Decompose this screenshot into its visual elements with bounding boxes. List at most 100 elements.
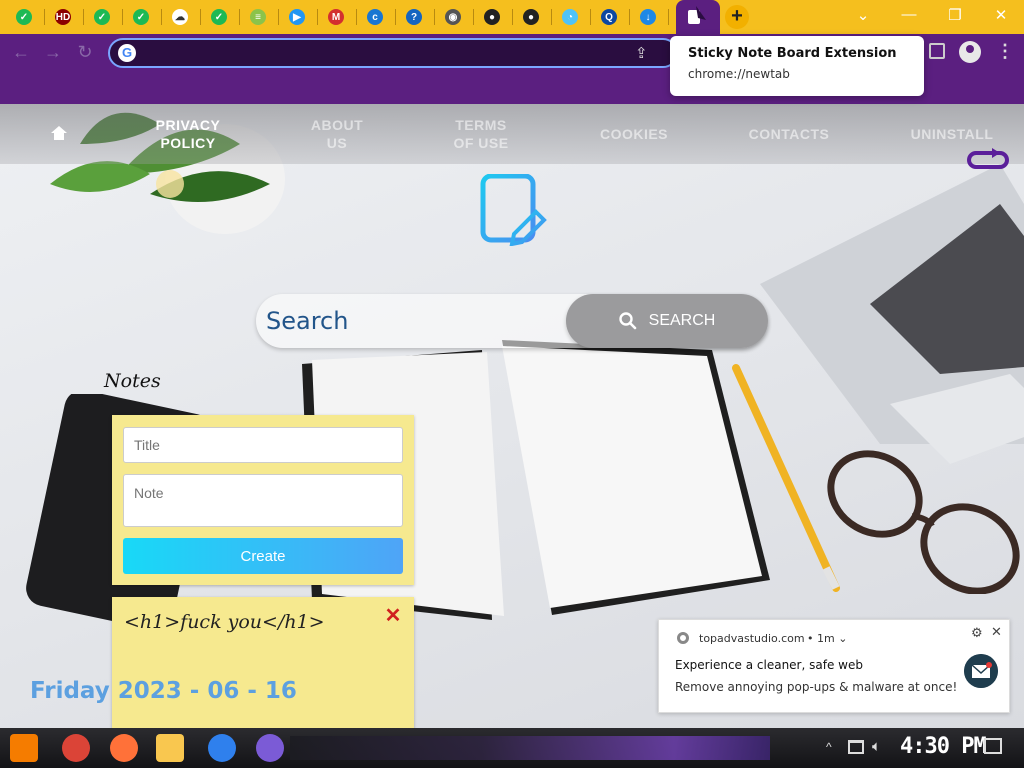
c-icon: c — [367, 9, 383, 25]
search-button-label: SEARCH — [648, 312, 716, 329]
action-center-icon[interactable] — [984, 738, 1002, 754]
browser-tab[interactable]: ↓ — [630, 3, 666, 31]
green-check-icon: ✓ — [133, 9, 149, 25]
browser-tab[interactable]: ✓ — [123, 3, 159, 31]
note-title-input[interactable] — [123, 427, 403, 463]
volume-icon[interactable]: 🔈︎ — [872, 738, 881, 755]
document-icon: ≡ — [250, 9, 266, 25]
download-icon: ↓ — [640, 9, 656, 25]
internet-explorer-icon[interactable] — [208, 734, 236, 762]
nav-uninstall[interactable]: UNINSTALL — [906, 125, 998, 143]
browser-tab[interactable]: ◔ — [552, 3, 588, 31]
create-note-button[interactable]: Create — [123, 538, 403, 574]
back-arrow-icon[interactable]: ← — [10, 41, 32, 63]
reload-icon[interactable]: ↻ — [74, 41, 96, 63]
top-nav: PRIVACY POLICY ABOUT US TERMS OF USE COO… — [0, 104, 1024, 164]
note-form: Create — [112, 415, 414, 585]
chrome-icon[interactable] — [62, 734, 90, 762]
nav-about-us[interactable]: ABOUT US — [302, 116, 372, 152]
browser-tab[interactable]: c — [357, 3, 393, 31]
side-panel-icon[interactable] — [929, 43, 945, 59]
taskbar-decoration — [290, 736, 770, 760]
notes-heading: Notes — [104, 370, 161, 392]
tab-separator — [668, 9, 669, 25]
push-notification[interactable]: topadvastudio.com • 1m ⌄ ⚙ ✕ Experience … — [658, 619, 1010, 713]
nav-contacts[interactable]: CONTACTS — [744, 125, 834, 143]
close-icon[interactable]: ✕ — [991, 625, 1002, 640]
share-icon[interactable]: ⇪ — [635, 44, 648, 62]
browser-tab[interactable]: ● — [474, 3, 510, 31]
browser-tab[interactable]: ● — [513, 3, 549, 31]
green-check-icon: ✓ — [94, 9, 110, 25]
q-icon: Q — [601, 9, 617, 25]
github-icon: ● — [523, 9, 539, 25]
date-display: Friday 2023 - 06 - 16 — [30, 678, 297, 704]
profile-avatar-icon[interactable] — [959, 41, 981, 63]
glasses-image — [827, 450, 1020, 594]
browser-tab[interactable]: M — [318, 3, 354, 31]
minimize-button[interactable]: — — [894, 6, 924, 26]
note-body-input[interactable] — [123, 474, 403, 527]
cloud-icon: ☁ — [172, 9, 188, 25]
mail-icon — [964, 654, 998, 688]
hd-icon: HD — [55, 9, 71, 25]
search-button[interactable]: SEARCH — [566, 294, 768, 348]
nav-privacy-policy[interactable]: PRIVACY POLICY — [150, 116, 226, 152]
gear-icon[interactable]: ⚙ — [971, 626, 983, 641]
question-icon: ? — [406, 9, 422, 25]
browser-tab[interactable]: ✓ — [84, 3, 120, 31]
notification-body: Remove annoying pop-ups & malware at onc… — [675, 680, 958, 694]
search-input[interactable] — [266, 304, 556, 338]
network-icon[interactable] — [848, 740, 864, 754]
restore-button[interactable]: ❐ — [940, 6, 970, 26]
delete-note-icon[interactable]: ✕ — [384, 606, 402, 626]
search-icon — [618, 312, 636, 330]
browser-tab[interactable]: ◉ — [435, 3, 471, 31]
browser-tab[interactable]: Q — [591, 3, 627, 31]
file-explorer-icon[interactable] — [156, 734, 184, 762]
browser-tab[interactable]: ☁ — [162, 3, 198, 31]
tab-search-icon[interactable]: ⌄ — [848, 6, 878, 26]
sticky-note: <h1>fuck you</h1> ✕ — [112, 597, 414, 728]
tray-chevron-icon[interactable]: ^ — [826, 740, 832, 754]
google-icon: G — [118, 44, 136, 62]
search-bar: SEARCH — [256, 294, 768, 348]
nav-cookies[interactable]: COOKIES — [596, 125, 672, 143]
browser-tab[interactable]: ? — [396, 3, 432, 31]
address-bar[interactable]: G ⇪ — [108, 38, 678, 68]
windows-taskbar: ^ 🔈︎ 4:30 PM — [0, 728, 1024, 768]
github-icon: ● — [484, 9, 500, 25]
chrome-icon — [677, 632, 689, 644]
notification-title: Experience a cleaner, safe web — [675, 658, 863, 672]
notification-source: topadvastudio.com — [699, 632, 805, 645]
tab-hover-tooltip: Sticky Note Board Extension chrome://new… — [670, 36, 924, 96]
green-check-icon: ✓ — [211, 9, 227, 25]
mcafee-shield-icon: M — [328, 9, 344, 25]
firefox-icon[interactable] — [110, 734, 138, 762]
tooltip-title: Sticky Note Board Extension — [688, 46, 897, 61]
sticky-note-icon — [688, 6, 706, 24]
play-icon: ▶ — [289, 9, 305, 25]
browser-tab[interactable]: ✓ — [201, 3, 237, 31]
sticky-note-text: <h1>fuck you</h1> — [124, 611, 325, 633]
notification-time: • 1m ⌄ — [807, 632, 848, 645]
browser-tab[interactable]: ✓ — [6, 3, 42, 31]
tab-strip: ✓ HD ✓ ✓ ☁ ✓ ≡ ▶ Mc? ◉ ● ● ◔ Q ↓ + ⌄ — ❐ ✕ — [0, 0, 1024, 34]
home-icon[interactable] — [50, 124, 68, 142]
close-window-button[interactable]: ✕ — [986, 6, 1016, 26]
browser-tab[interactable]: ▶ — [279, 3, 315, 31]
active-tab[interactable] — [676, 0, 720, 34]
chart-icon: ◔ — [562, 9, 578, 25]
green-check-icon: ✓ — [16, 9, 32, 25]
start-icon[interactable] — [10, 734, 38, 762]
nav-terms-of-use[interactable]: TERMS OF USE — [446, 116, 516, 152]
new-tab-button[interactable]: + — [725, 5, 749, 29]
forward-arrow-icon[interactable]: → — [42, 41, 64, 63]
browser-tab[interactable]: HD — [45, 3, 81, 31]
visual-studio-icon[interactable] — [256, 734, 284, 762]
browser-tab[interactable]: ≡ — [240, 3, 276, 31]
background-refresh-icon[interactable] — [966, 148, 1010, 172]
notepad-logo-icon — [480, 174, 547, 246]
kebab-menu-icon[interactable]: ⋮ — [996, 41, 1014, 62]
system-clock[interactable]: 4:30 PM — [900, 734, 987, 759]
